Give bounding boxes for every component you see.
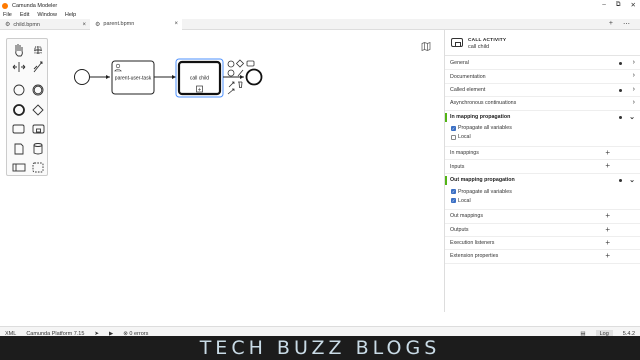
element-name: call child bbox=[468, 44, 490, 50]
in-propagation-options: ✓ Propagate all variables Local bbox=[445, 124, 640, 147]
chevron-right-icon: › bbox=[632, 99, 635, 107]
group-label: General bbox=[450, 60, 469, 67]
task-label: parent-user-task bbox=[115, 76, 152, 82]
group-label: In mapping propagation bbox=[450, 114, 511, 121]
group-label: Asynchronous continuations bbox=[450, 100, 517, 107]
change-type-icon[interactable] bbox=[227, 88, 235, 95]
group-execution-listeners[interactable]: Execution listeners + bbox=[445, 237, 640, 251]
subprocess-marker: + bbox=[198, 88, 202, 94]
arrowhead bbox=[240, 75, 244, 79]
out-propagate-all-row: ✓ Propagate all variables bbox=[445, 187, 640, 196]
maximize-button[interactable]: ⧉ bbox=[616, 1, 621, 9]
call-activity-label: call child bbox=[190, 76, 209, 82]
group-label: Extension properties bbox=[450, 253, 499, 260]
group-label: Outputs bbox=[450, 226, 469, 233]
append-gateway-icon[interactable] bbox=[235, 59, 245, 68]
out-propagation-options: ✓ Propagate all variables ✓ Local bbox=[445, 187, 640, 211]
element-type: CALL ACTIVITY bbox=[468, 38, 507, 43]
call-activity-icon bbox=[451, 38, 463, 47]
in-propagate-all-checkbox[interactable]: ✓ bbox=[451, 125, 456, 131]
add-extension-property-button[interactable]: + bbox=[605, 251, 610, 260]
map-icon bbox=[421, 41, 431, 51]
data-indicator-dot bbox=[618, 178, 622, 183]
watermark-text: TECH BUZZ BLOGS bbox=[199, 337, 441, 359]
properties-panel: CALL ACTIVITY call child General › Docum… bbox=[444, 30, 640, 312]
minimap-toggle-button[interactable] bbox=[420, 40, 432, 52]
group-in-mapping-propagation[interactable]: In mapping propagation ⌄ bbox=[445, 111, 640, 124]
data-indicator-dot bbox=[618, 62, 622, 66]
append-task-icon[interactable] bbox=[246, 60, 255, 67]
minimize-button[interactable]: – bbox=[602, 1, 606, 9]
in-propagate-all-row: ✓ Propagate all variables bbox=[445, 124, 640, 133]
group-label: Out mappings bbox=[450, 213, 483, 220]
in-local-checkbox[interactable] bbox=[451, 134, 456, 140]
end-event[interactable] bbox=[245, 68, 263, 86]
group-general[interactable]: General › bbox=[445, 57, 640, 71]
in-local-row: Local bbox=[445, 133, 640, 142]
out-propagate-all-checkbox[interactable]: ✓ bbox=[451, 189, 456, 195]
arrowhead bbox=[106, 75, 110, 79]
group-out-mapping-propagation[interactable]: Out mapping propagation ⌄ bbox=[445, 174, 640, 187]
panel-header: CALL ACTIVITY call child bbox=[445, 30, 640, 56]
chevron-right-icon: › bbox=[632, 85, 635, 93]
arrowhead bbox=[172, 75, 176, 79]
more-options-button[interactable]: ⋯ bbox=[623, 20, 630, 28]
add-input-button[interactable]: + bbox=[605, 161, 610, 170]
out-local-row: ✓ Local bbox=[445, 196, 640, 205]
group-label: Documentation bbox=[450, 73, 486, 80]
tab-actions: + ⋯ bbox=[609, 20, 630, 28]
data-indicator-dot bbox=[618, 88, 622, 93]
checkbox-label: Local bbox=[458, 197, 471, 204]
group-label: Execution listeners bbox=[450, 240, 495, 247]
append-end-event-icon[interactable] bbox=[227, 60, 235, 68]
bpmn-diagram: parent-user-task call child + bbox=[74, 58, 263, 98]
add-execution-listener-button[interactable]: + bbox=[605, 238, 610, 247]
group-label: In mappings bbox=[450, 150, 479, 157]
group-label: Inputs bbox=[450, 163, 465, 170]
append-intermediate-event-icon[interactable] bbox=[227, 69, 235, 77]
add-in-mapping-button[interactable]: + bbox=[605, 148, 610, 157]
chevron-right-icon: › bbox=[632, 59, 635, 66]
group-documentation[interactable]: Documentation › bbox=[445, 70, 640, 84]
out-local-checkbox[interactable]: ✓ bbox=[451, 198, 456, 204]
delete-icon[interactable] bbox=[238, 81, 243, 88]
add-out-mapping-button[interactable]: + bbox=[605, 211, 610, 220]
new-tab-button[interactable]: + bbox=[609, 20, 613, 28]
chevron-right-icon: › bbox=[632, 72, 635, 80]
watermark-banner: TECH BUZZ BLOGS bbox=[0, 336, 640, 360]
group-inputs[interactable]: Inputs + bbox=[445, 160, 640, 174]
checkbox-label: Propagate all variables bbox=[458, 188, 512, 195]
chevron-down-icon: ⌄ bbox=[629, 176, 635, 184]
chevron-down-icon: ⌄ bbox=[629, 113, 635, 121]
group-extension-properties[interactable]: Extension properties + bbox=[445, 250, 640, 264]
window-controls: – ⧉ ✕ bbox=[602, 1, 636, 9]
group-outputs[interactable]: Outputs + bbox=[445, 224, 640, 237]
group-in-mappings[interactable]: In mappings + bbox=[445, 147, 640, 161]
connect-arrow-icon[interactable] bbox=[228, 81, 235, 88]
checkbox-label: Propagate all variables bbox=[458, 125, 512, 132]
group-async-continuations[interactable]: Asynchronous continuations › bbox=[445, 97, 640, 111]
connect-icon[interactable] bbox=[237, 69, 244, 77]
group-label: Out mapping propagation bbox=[450, 177, 515, 184]
start-event[interactable] bbox=[74, 69, 90, 85]
group-out-mappings[interactable]: Out mappings + bbox=[445, 210, 640, 224]
group-label: Called element bbox=[450, 86, 486, 93]
data-indicator-dot bbox=[618, 115, 622, 119]
add-output-button[interactable]: + bbox=[605, 225, 610, 234]
checkbox-label: Local bbox=[458, 134, 471, 141]
close-window-button[interactable]: ✕ bbox=[631, 1, 636, 9]
group-called-element[interactable]: Called element › bbox=[445, 84, 640, 98]
